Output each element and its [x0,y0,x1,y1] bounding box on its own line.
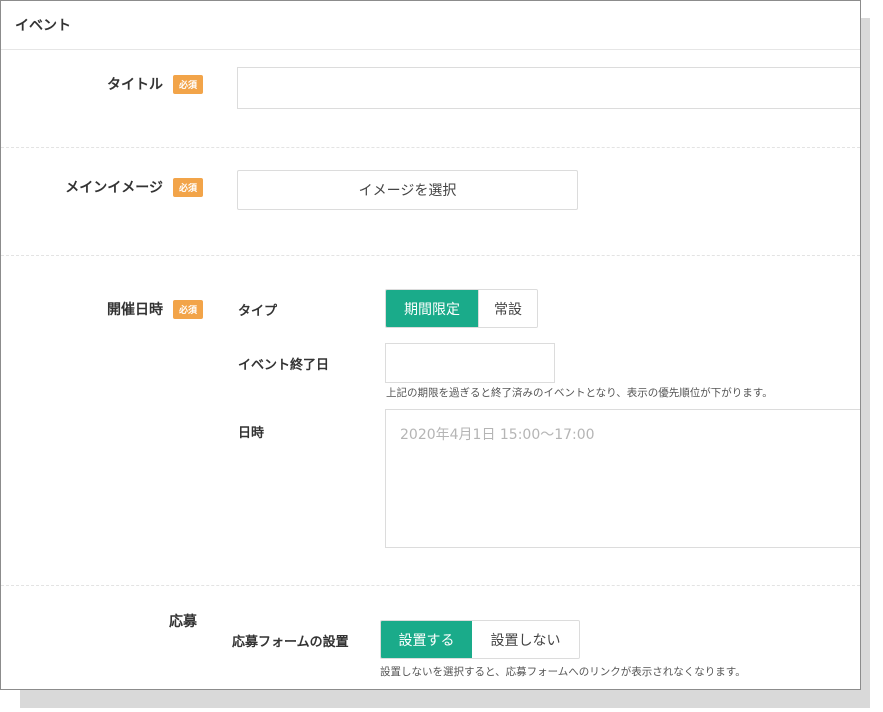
title-section: タイトル 必須 [1,50,860,148]
title-label: タイトル [106,77,163,93]
form-setting-help: 設置しないを選択すると、応募フォームへのリンクが表示されなくなります。 [380,666,746,678]
schedule-textarea[interactable]: 2020年4月1日 15:00〜17:00 [385,409,860,548]
end-date-help: 上記の期限を過ぎると終了済みのイベントとなり、表示の優先順位が下がります。 [386,387,773,399]
schedule-placeholder: 2020年4月1日 15:00〜17:00 [400,427,595,443]
end-date-input[interactable] [385,343,555,383]
title-label-row: タイトル 必須 [107,74,203,94]
form-option-disable[interactable]: 設置しない [472,621,579,658]
title-input[interactable] [237,67,860,109]
application-section: 応募 応募フォームの設置 設置する 設置しない 設置しないを選択すると、応募フォ… [1,586,860,689]
end-date-label: イベント終了日 [238,358,330,373]
select-image-button[interactable]: イメージを選択 [237,170,578,210]
required-badge: 必須 [172,299,203,319]
panel-title: イベント [1,1,860,50]
type-label: タイプ [238,304,278,319]
form-setting-toggle: 設置する 設置しない [380,620,580,659]
application-label: 応募 [169,614,197,630]
datetime-label-row: 開催日時 必須 [107,299,203,319]
application-label-row: 応募 [169,611,197,631]
event-panel: イベント タイトル 必須 メインイメージ 必須 イメージを選択 開催日時 必須 … [0,0,861,690]
type-toggle: 期間限定 常設 [385,289,538,328]
schedule-label: 日時 [238,426,265,441]
required-badge: 必須 [172,177,203,197]
required-badge: 必須 [172,74,203,94]
type-option-permanent[interactable]: 常設 [478,290,537,327]
form-setting-label: 応募フォームの設置 [232,635,349,650]
main-image-section: メインイメージ 必須 イメージを選択 [1,148,860,256]
type-option-limited[interactable]: 期間限定 [386,290,478,327]
form-option-enable[interactable]: 設置する [381,621,472,658]
main-image-label-row: メインイメージ 必須 [65,177,203,197]
datetime-section: 開催日時 必須 タイプ 期間限定 常設 イベント終了日 上記の期限を過ぎると終了… [1,256,860,586]
main-image-label: メインイメージ [65,180,163,196]
datetime-label: 開催日時 [106,302,163,318]
